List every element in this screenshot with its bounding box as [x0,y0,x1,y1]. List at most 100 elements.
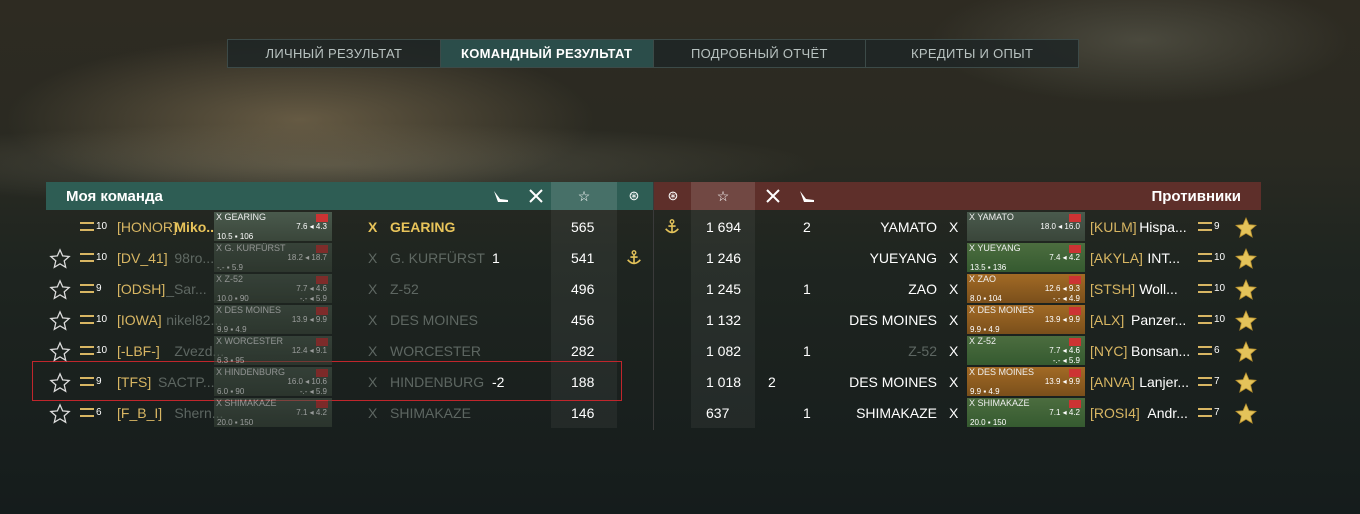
ship-stat-bottom-left: 10.5 ▪ 106 [217,232,254,241]
ship-image-label: X SHIMAKAZE [216,398,277,408]
score-value: 637 [706,405,730,421]
clan-tag[interactable]: [HONOR] [117,219,177,235]
score-value: 1 082 [706,343,742,359]
score-column-header-enemy[interactable]: ☆ [691,182,755,210]
rank-badge: 10 [80,221,107,232]
nation-flag-icon [316,245,328,253]
nation-flag-icon [316,276,328,284]
ship-image-label: X YUEYANG [969,243,1021,253]
clan-tag[interactable]: [ODSH] [117,281,165,297]
player-name[interactable]: INT... [1147,250,1180,266]
ship-image: X ZAO 12.6 ◂ 9.3 8.0 ▪ 104 -.- ◂ 4.9 [967,274,1085,303]
ship-stat-top: 7.1 ◂ 4.2 [296,408,327,417]
player-name[interactable]: Lanjer... [1139,374,1189,390]
player-name[interactable]: Miko... [174,219,218,235]
tab-1[interactable]: ЛИЧНЫЙ РЕЗУЛЬТАТ [228,40,441,67]
score-value: 1 245 [706,281,742,297]
score-value: 188 [571,374,595,390]
player-name[interactable]: Panzer... [1131,312,1186,328]
ship-image: X HINDENBURG 16.0 ◂ 10.6 6.0 ▪ 90 -.- ◂ 5.9 [214,367,332,396]
ship-stat-bottom-left: 10.0 ▪ 90 [217,294,249,303]
clan-tag[interactable]: [ALX] [1090,312,1124,328]
ship-tier: X [368,343,378,359]
gold-star-icon [1234,309,1258,333]
ship-stat-bottom-left: 6.0 ▪ 90 [217,387,245,396]
score-value: 496 [571,281,595,297]
player-name[interactable]: Hispa... [1139,219,1186,235]
nation-flag-icon [316,214,328,222]
ship-stat-top: 18.2 ◂ 18.7 [287,253,327,262]
player-name[interactable]: SACTP... [158,374,215,390]
ship-image: X YUEYANG 7.4 ◂ 4.2 13.5 ▪ 136 [967,243,1085,272]
torpedo-column-header[interactable] [486,182,516,210]
ship-stat-bottom-left: 9.9 ▪ 4.9 [970,387,1000,396]
score-column-header[interactable]: ☆ [551,182,617,210]
score-value: 1 132 [706,312,742,328]
kills-column-header-enemy[interactable] [758,182,788,210]
star-icon [49,279,71,301]
player-name[interactable]: _Sar... [166,281,206,297]
ship-tier: X [368,250,378,266]
rank-badge: 9 [1198,221,1220,232]
score-value: 1 018 [706,374,742,390]
clan-tag[interactable]: [ANVA] [1090,374,1135,390]
ship-image: X DES MOINES 13.9 ◂ 9.9 9.9 ▪ 4.9 [967,367,1085,396]
ship-tier: X [949,405,959,421]
ship-image: X WORCESTER 12.4 ◂ 9.1 6.3 ▪ 95 [214,336,332,365]
clan-tag[interactable]: [TFS] [117,374,151,390]
ship-tier: X [949,343,959,359]
score-value: 146 [571,405,595,421]
clan-tag[interactable]: [ROSI4] [1090,405,1140,421]
clan-tag[interactable]: [F_B_I] [117,405,162,421]
clan-tag[interactable]: [STSH] [1090,281,1135,297]
nation-flag-icon [1069,400,1081,408]
star-icon: ☆ [577,187,591,204]
ship-name: WORCESTER [390,343,481,359]
ship-stat-top: 13.9 ◂ 9.9 [291,315,327,324]
player-name[interactable]: 98ro... [174,250,214,266]
tab-3[interactable]: ПОДРОБНЫЙ ОТЧЁТ [654,40,867,67]
torpedo-hits-value: 1 [803,405,811,421]
ship-image-label: X WORCESTER [216,336,284,346]
clan-tag[interactable]: [-LBF-] [117,343,160,359]
nation-flag-icon [316,369,328,377]
ship-stat-bottom-left: -.- ▪ 5.9 [217,263,243,272]
clan-tag[interactable]: [KULM] [1090,219,1137,235]
rank-value: 10 [1214,283,1226,294]
player-name[interactable]: Bonsan... [1131,343,1190,359]
ship-image-label: X G. KURFÜRST [216,243,286,253]
ship-image-label: X DES MOINES [969,305,1035,315]
clan-tag[interactable]: [DV_41] [117,250,168,266]
rank-value: 7 [1214,407,1220,418]
ship-image: X YAMATO 18.0 ◂ 16.0 [967,212,1085,241]
clan-tag[interactable]: [IOWA] [117,312,162,328]
team-column-header-enemy[interactable]: ⊛ [658,182,688,210]
player-name[interactable]: Andr... [1147,405,1187,421]
tab-4[interactable]: КРЕДИТЫ И ОПЫТ [866,40,1078,67]
tab-bar: ЛИЧНЫЙ РЕЗУЛЬТАТ КОМАНДНЫЙ РЕЗУЛЬТАТ ПОДРО… [227,39,1079,68]
clan-tag[interactable]: [NYC] [1090,343,1127,359]
score-value: 1 694 [706,219,742,235]
torpedo-column-header-enemy[interactable] [792,182,822,210]
rank-badge: 6 [80,407,102,418]
ship-image-label: X ZAO [969,274,997,284]
star-icon [49,341,71,363]
clan-tag[interactable]: [AKYLA] [1090,250,1143,266]
rank-value: 7 [1214,376,1220,387]
player-name[interactable]: Woll... [1139,281,1178,297]
kills-column-header[interactable] [521,182,551,210]
team-column-header[interactable]: ⊛ [619,182,649,210]
ship-stat-bottom-left: 20.0 ▪ 150 [217,418,254,427]
ship-tier: X [368,374,378,390]
score-value: 541 [571,250,595,266]
rank-value: 9 [96,376,102,387]
enemy-team-header: ⊛ ☆ Противники [654,182,1261,210]
torpedo-icon [800,191,814,202]
ship-stat-top: 7.1 ◂ 4.2 [1049,408,1080,417]
ship-name: DES MOINES [849,374,937,390]
gold-star-icon [1234,216,1258,240]
ship-name: YAMATO [880,219,937,235]
rank-badge: 10 [1198,252,1225,263]
score-value: 1 246 [706,250,742,266]
tab-2[interactable]: КОМАНДНЫЙ РЕЗУЛЬТАТ [440,40,654,67]
